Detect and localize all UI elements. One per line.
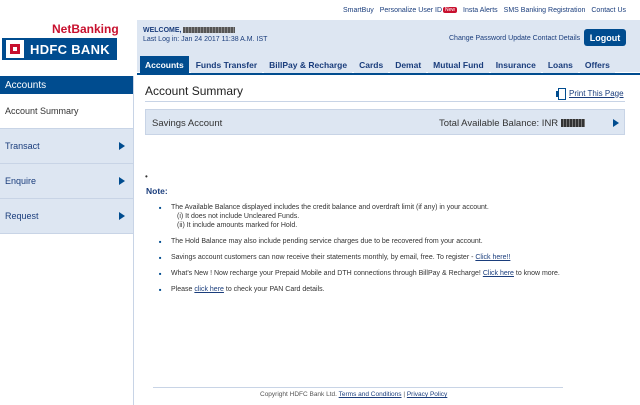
printer-icon: [555, 87, 567, 100]
register-email-statement-link[interactable]: Click here!!: [475, 254, 510, 261]
arrow-right-icon: [119, 142, 125, 150]
logout-button[interactable]: Logout: [584, 29, 626, 46]
sidebar-item-request[interactable]: Request: [0, 199, 133, 234]
personalize-user-id-link[interactable]: Personalize User ID New: [379, 7, 458, 14]
footer: Copyright HDFC Bank Ltd. Terms and Condi…: [260, 391, 447, 398]
netbanking-logo-text: NetBanking: [52, 22, 119, 36]
bank-name: HDFC BANK: [30, 41, 110, 57]
note-text-tail: to check your PAN Card details.: [223, 286, 325, 293]
sidebar-item-enquire[interactable]: Enquire: [0, 164, 133, 199]
sms-banking-registration-link[interactable]: SMS Banking Registration: [504, 7, 586, 14]
sidebar-item-label: Enquire: [5, 176, 37, 186]
main-nav: Accounts Funds Transfer BillPay & Rechar…: [140, 56, 615, 74]
savings-account-label: Savings Account: [152, 118, 223, 129]
arrow-right-icon: [119, 212, 125, 220]
welcome-label: WELCOME,: [143, 27, 182, 34]
note-item: The Hold Balance may also include pendin…: [159, 237, 619, 246]
sidebar-item-label: Transact: [5, 141, 40, 151]
update-contact-details-link[interactable]: Update Contact Details: [508, 35, 580, 42]
nav-underline: [137, 73, 640, 75]
notes-list: The Available Balance displayed includes…: [159, 203, 619, 301]
tab-funds-transfer[interactable]: Funds Transfer: [190, 56, 263, 74]
contact-us-link[interactable]: Contact Us: [591, 7, 626, 14]
balance-label: Total Available Balance: INR: [439, 118, 559, 129]
logo-area: NetBanking HDFC BANK: [0, 20, 134, 60]
print-page-link[interactable]: Print This Page: [555, 87, 624, 100]
personalize-user-id-label: Personalize User ID: [379, 7, 442, 14]
change-password-link[interactable]: Change Password: [449, 35, 506, 42]
note-subline: (i) It does not include Uncleared Funds.: [177, 213, 300, 220]
total-available-balance: Total Available Balance: INR: [439, 118, 585, 129]
smartbuy-link[interactable]: SmartBuy: [343, 7, 374, 14]
note-heading: Note:: [146, 186, 168, 196]
welcome-text: WELCOME,: [143, 27, 236, 34]
tab-insurance[interactable]: Insurance: [490, 56, 541, 74]
terms-link[interactable]: Terms and Conditions: [339, 391, 402, 398]
note-item: Savings account customers can now receiv…: [159, 253, 619, 262]
sidebar: Accounts Account Summary Transact Enquir…: [0, 76, 134, 405]
sidebar-item-label: Request: [5, 211, 39, 221]
tab-demat[interactable]: Demat: [390, 56, 427, 74]
note-item: Please click here to check your PAN Card…: [159, 285, 619, 294]
note-text: What's New ! Now recharge your Prepaid M…: [171, 270, 483, 277]
savings-account-row[interactable]: Savings Account Total Available Balance:…: [145, 109, 625, 135]
tab-offers[interactable]: Offers: [579, 56, 615, 74]
tab-cards[interactable]: Cards: [354, 56, 389, 74]
hdfc-logo-icon: [6, 40, 24, 58]
privacy-policy-link[interactable]: Privacy Policy: [407, 391, 447, 398]
sidebar-item-account-summary[interactable]: Account Summary: [0, 94, 133, 129]
note-text: Savings account customers can now receiv…: [171, 254, 476, 261]
masked-balance: [560, 119, 585, 128]
note-text: The Hold Balance may also include pendin…: [171, 238, 483, 245]
tab-billpay-recharge[interactable]: BillPay & Recharge: [264, 56, 353, 74]
new-badge: New: [443, 7, 458, 13]
pan-card-details-link[interactable]: click here: [194, 286, 224, 293]
insta-alerts-link[interactable]: Insta Alerts: [463, 7, 498, 14]
sidebar-item-label: Account Summary: [5, 106, 79, 116]
arrow-right-icon: [119, 177, 125, 185]
sidebar-heading: Accounts: [0, 76, 133, 94]
footer-divider: [153, 387, 563, 388]
tab-accounts[interactable]: Accounts: [140, 56, 189, 74]
note-subline: (ii) It include amounts marked for Hold.: [177, 222, 298, 229]
last-login-text: Last Log in: Jan 24 2017 11:38 A.M. IST: [143, 36, 268, 43]
header-links: Change Password Update Contact Details: [449, 35, 580, 42]
tab-loans[interactable]: Loans: [542, 56, 578, 74]
note-text: Please: [171, 286, 195, 293]
hdfc-bank-logo[interactable]: HDFC BANK: [2, 38, 117, 60]
note-item: What's New ! Now recharge your Prepaid M…: [159, 269, 619, 278]
utility-links: SmartBuy Personalize User ID New Insta Al…: [343, 7, 626, 14]
copyright-text: Copyright HDFC Bank Ltd.: [260, 391, 337, 398]
tab-mutual-fund[interactable]: Mutual Fund: [428, 56, 489, 74]
utility-bar: SmartBuy Personalize User ID New Insta Al…: [0, 0, 640, 22]
masked-username: [183, 27, 236, 34]
page-title: Account Summary: [145, 84, 244, 98]
title-divider: [145, 101, 625, 102]
arrow-right-icon[interactable]: [613, 119, 619, 127]
print-page-label: Print This Page: [569, 88, 624, 98]
note-item: The Available Balance displayed includes…: [159, 203, 619, 230]
bullet-marker: •: [145, 172, 148, 181]
sidebar-item-transact[interactable]: Transact: [0, 129, 133, 164]
billpay-know-more-link[interactable]: Click here: [483, 270, 514, 277]
note-text: The Available Balance displayed includes…: [171, 204, 489, 211]
note-text-tail: to know more.: [513, 270, 560, 277]
